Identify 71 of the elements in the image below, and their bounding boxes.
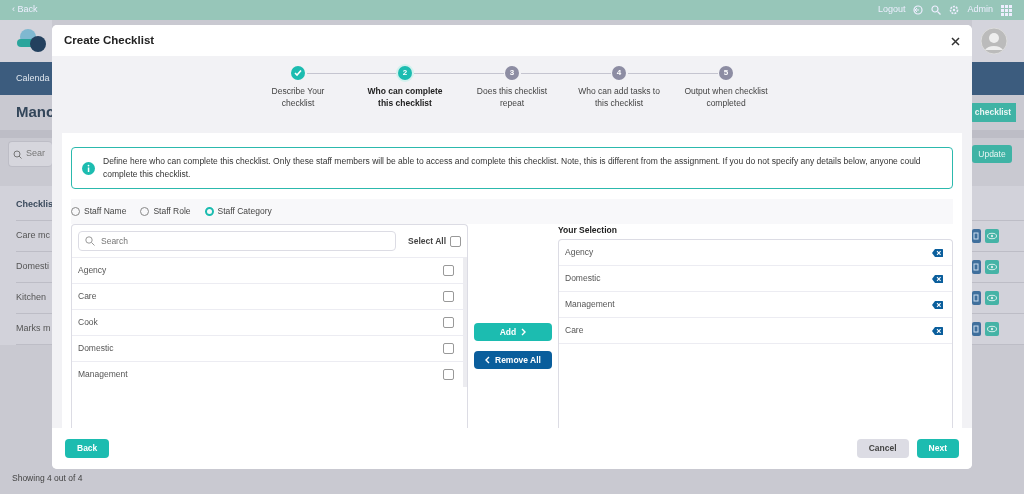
list-item[interactable]: Cook [72,309,467,336]
radio-option[interactable]: Staff Name [71,205,127,219]
search-icon [85,236,95,247]
logo-icon[interactable] [16,28,48,54]
list-item[interactable]: Agency [72,257,467,284]
cancel-button[interactable]: Cancel [856,439,909,458]
settings-icon[interactable] [949,5,960,15]
document-icon[interactable] [972,322,981,336]
list-item[interactable]: Management [72,361,467,388]
step-circle[interactable]: 4 [612,66,626,80]
next-button[interactable]: Next [916,439,959,458]
search-icon[interactable] [931,5,942,15]
list-item: Domestic [565,272,601,285]
logout-link[interactable]: Logout [877,3,906,17]
search-icon [13,149,22,159]
eye-icon[interactable] [985,322,999,336]
list-item: Care [565,324,584,337]
delete-icon[interactable] [932,248,943,257]
step-circle[interactable]: 3 [505,66,519,80]
list-item: Agency [565,246,594,259]
add-button[interactable]: Add [474,323,552,342]
eye-icon[interactable] [985,291,999,305]
step-label: Does this checklist repeat [475,85,549,110]
back-button[interactable]: Back [65,439,110,458]
user-name[interactable]: Admin [967,3,993,17]
chevron-right-icon [521,328,527,337]
avatar-icon[interactable] [980,27,1008,55]
radio-option[interactable]: Staff Category [204,205,272,219]
search-field[interactable]: Sear [8,141,52,167]
radio-option[interactable]: Staff Role [140,205,191,219]
step-label: Who can complete this checklist [366,85,444,110]
remove-all-button[interactable]: Remove All [474,351,552,370]
checkbox[interactable] [443,317,454,329]
step-label: Who can add tasks to this checklist [577,85,661,110]
step-circle[interactable] [291,66,305,80]
add-checklist-button[interactable]: checklist [970,103,1016,122]
close-icon [951,36,960,46]
section-title: Your Selection [558,224,618,237]
checkbox[interactable] [443,291,454,303]
checkbox[interactable] [443,343,454,355]
check-icon [294,69,302,77]
logout-icon[interactable] [913,5,924,15]
document-icon[interactable] [972,291,981,305]
delete-icon[interactable] [932,300,943,309]
modal-title: Create Checklist [64,32,155,48]
update-button[interactable]: Update [972,145,1012,163]
select-all-checkbox[interactable]: Select All [408,234,461,248]
eye-icon[interactable] [985,229,999,243]
search-field[interactable]: Search [78,231,397,252]
step-label: Describe Your checklist [270,85,326,110]
list-item: Management [565,298,615,311]
info-text: Define here who can complete this checklist. Only these staff members will be able to access and complete this checklist. Note, this is different from the assignment. If you do not specify any details below, anyone could complete this checklist. [103,155,922,182]
nav-bar [972,62,1024,95]
checkbox[interactable] [443,369,454,381]
checkbox[interactable] [443,265,454,277]
back-link[interactable]: ‹ Back [12,3,38,17]
document-icon[interactable] [972,260,981,274]
document-icon[interactable] [972,229,981,243]
grid-icon[interactable] [1001,4,1012,16]
chevron-left-icon [485,356,490,365]
result-count: Showing 4 out of 4 [11,472,83,484]
info-icon [82,161,95,175]
delete-icon[interactable] [932,326,943,335]
step-circle[interactable]: 2 [398,66,412,80]
list-item[interactable]: Care [72,283,467,310]
step-circle[interactable]: 5 [719,66,733,80]
page-title: Manc [16,102,55,123]
eye-icon[interactable] [985,260,999,274]
step-label: Output when checklist completed [683,85,769,110]
delete-icon[interactable] [932,274,943,283]
list-item[interactable]: Domestic [72,335,467,362]
